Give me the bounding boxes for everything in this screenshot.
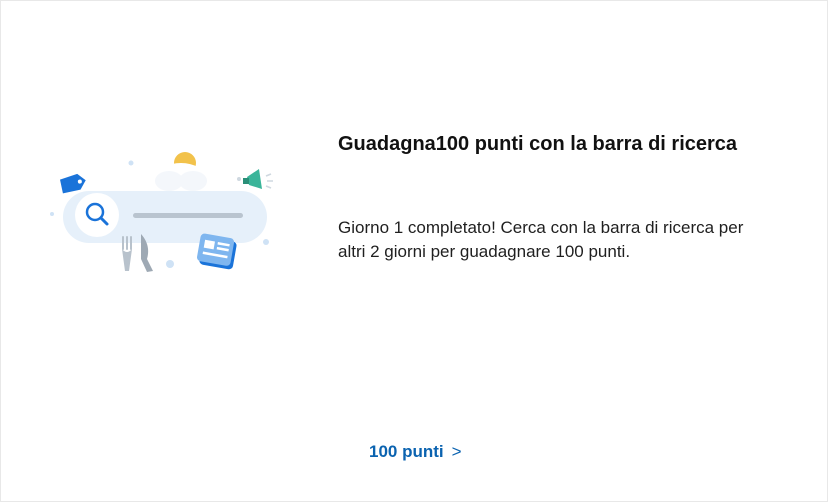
megaphone-icon xyxy=(237,169,273,189)
chevron-right-icon: > xyxy=(451,442,462,461)
search-bar-line xyxy=(133,213,243,218)
card-title: Guadagna100 punti con la barra di ricerc… xyxy=(338,133,738,155)
decor-dot xyxy=(50,212,54,216)
rewards-card: Guadagna100 punti con la barra di ricerc… xyxy=(0,0,828,502)
decor-dot xyxy=(166,260,174,268)
points-link[interactable]: 100 punti > xyxy=(369,442,462,462)
illustration-svg xyxy=(50,152,273,272)
card-description: Giorno 1 completato! Cerca con la barra … xyxy=(338,218,744,261)
tag-icon xyxy=(60,173,86,194)
points-link-label: 100 punti xyxy=(369,442,444,461)
news-icon xyxy=(197,233,237,270)
decor-dot xyxy=(263,239,269,245)
cloud-sun-icon xyxy=(155,152,207,191)
decor-dot xyxy=(128,160,134,166)
search-icon xyxy=(75,193,119,237)
search-bar-illustration xyxy=(41,141,281,291)
